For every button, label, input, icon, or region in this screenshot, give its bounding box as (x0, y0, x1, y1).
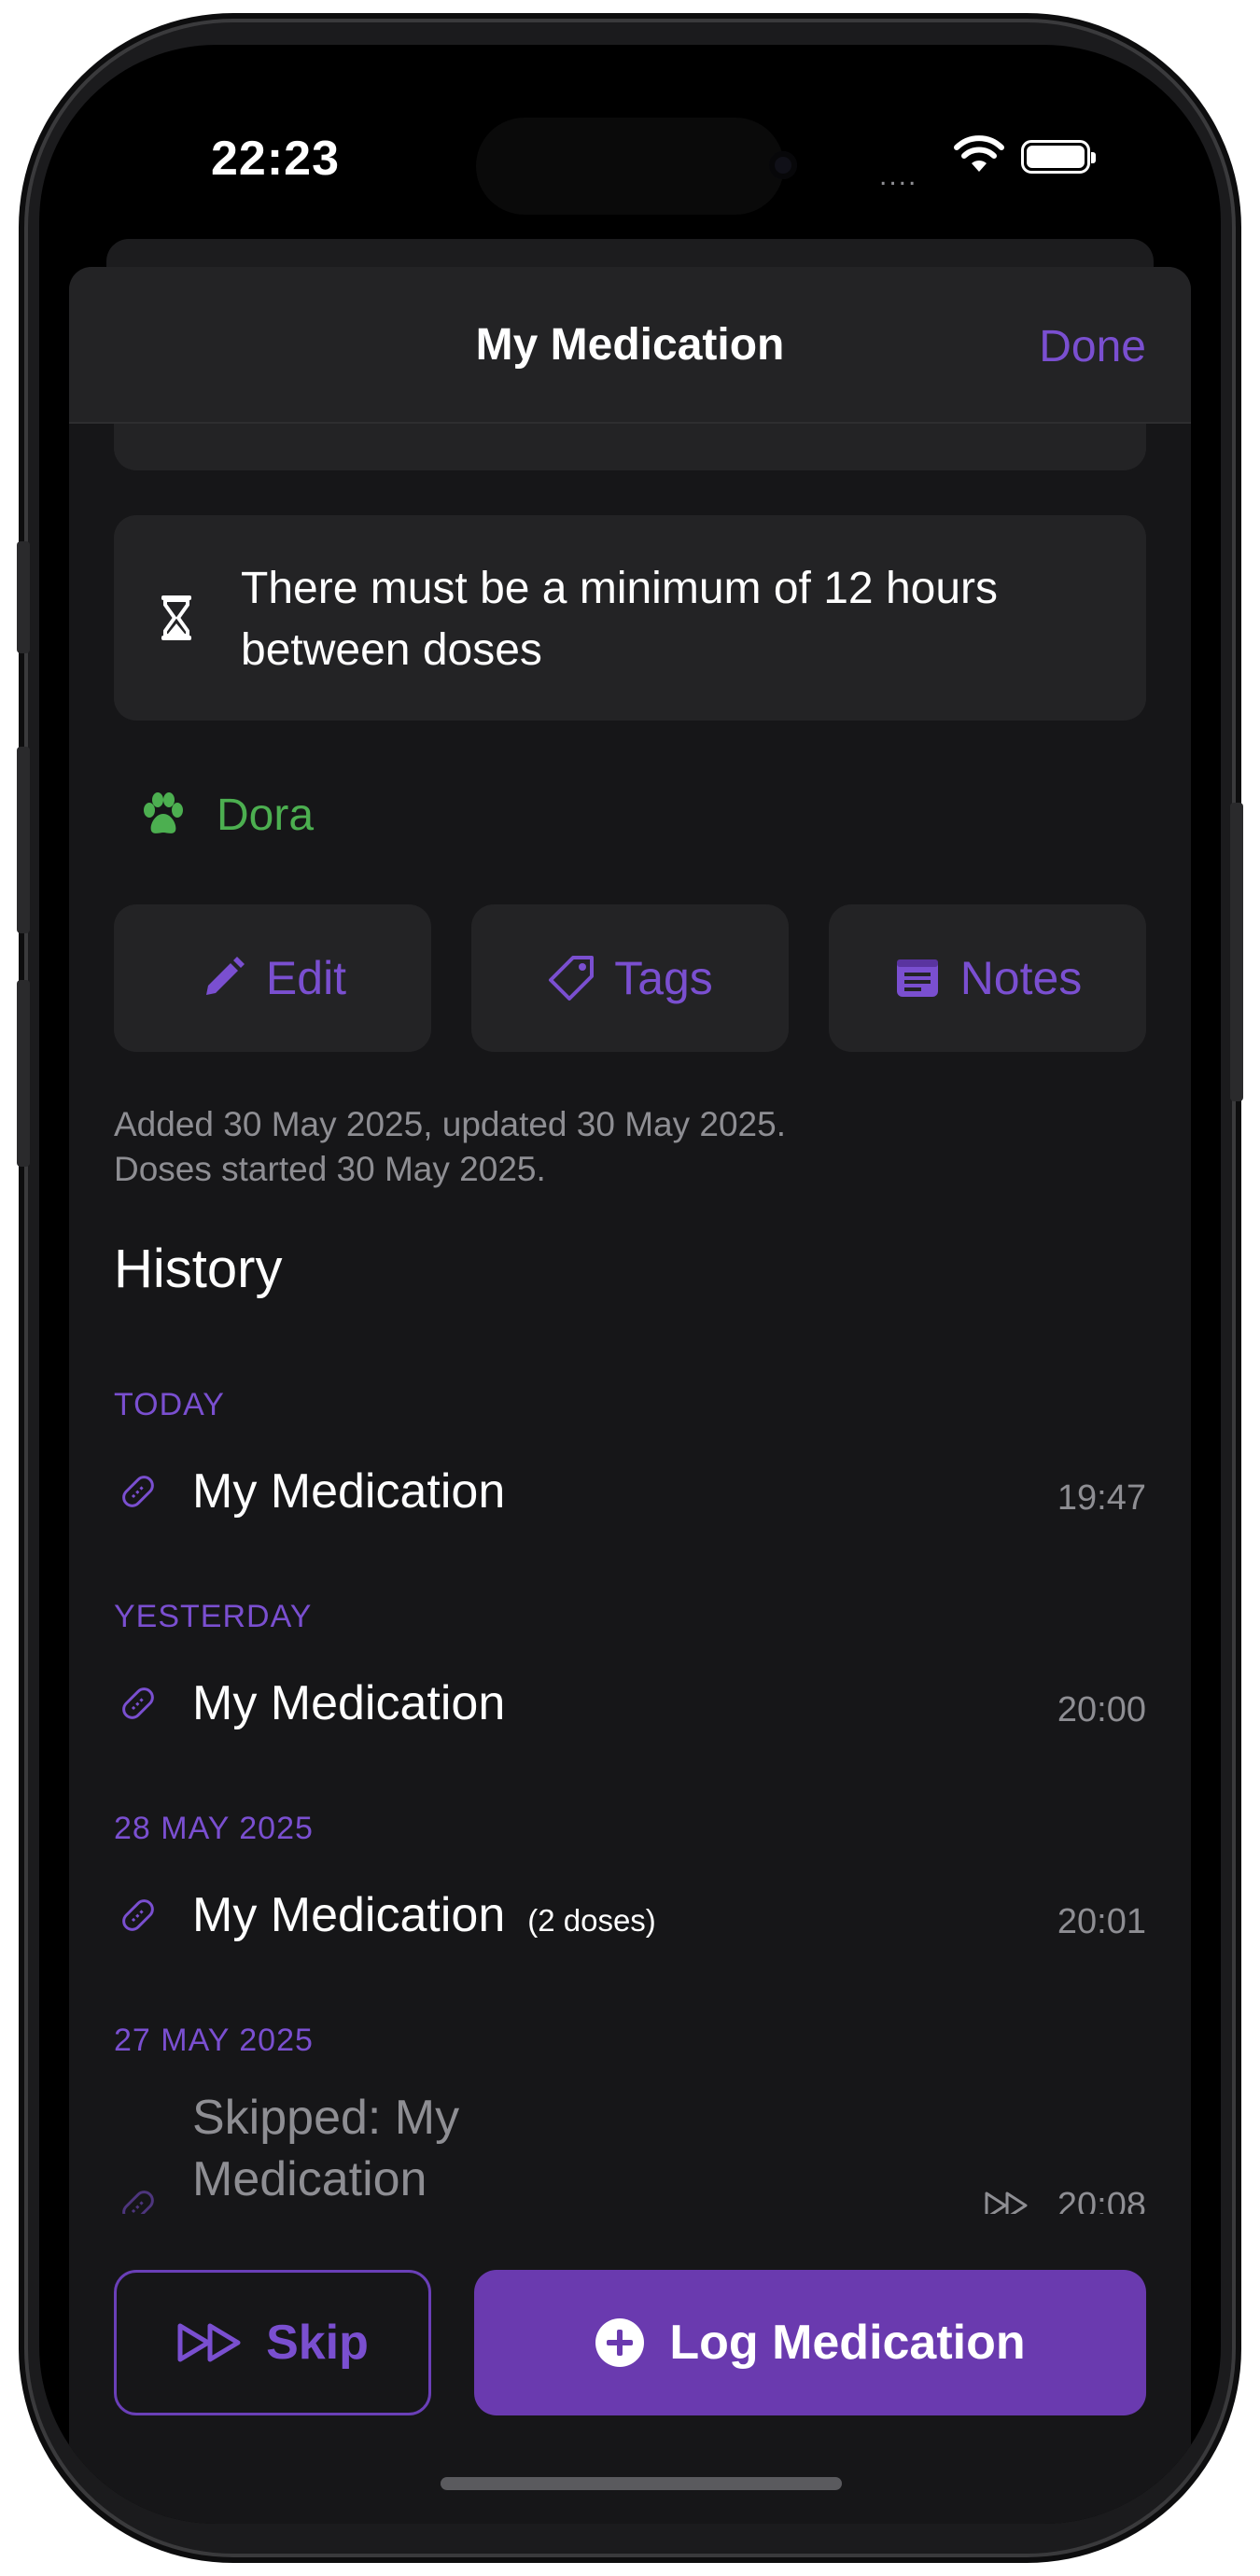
history-row-time: 19:47 (1057, 1478, 1146, 1518)
home-indicator[interactable] (441, 2477, 842, 2490)
history-title: History (114, 1239, 283, 1299)
action-button (17, 541, 30, 653)
pill-icon (122, 1476, 154, 1507)
plus-circle-icon (595, 2318, 645, 2367)
pencil-icon (205, 957, 245, 995)
tags-button[interactable]: Tags (471, 904, 789, 1052)
status-bar: 22:23 .... (39, 45, 1221, 241)
tag-icon (549, 956, 595, 1001)
notes-button[interactable]: Notes (829, 904, 1146, 1052)
section-header-today: TODAY (114, 1387, 225, 1422)
nav-bar: My Medication Done (69, 267, 1191, 424)
paw-icon (144, 792, 183, 833)
dose-interval-text: There must be a minimum of 12 hours betw… (241, 564, 999, 675)
history-row-time: 20:00 (1057, 1690, 1146, 1729)
dose-count: (2 doses) (527, 1903, 656, 1938)
skip-icon (177, 2323, 241, 2362)
camera-icon (769, 151, 797, 179)
history-row-title: My Medication (192, 1888, 506, 1942)
metadata-line-started: Doses started 30 May 2025. (114, 1150, 546, 1188)
skip-button[interactable]: Skip (114, 2270, 431, 2415)
metadata-line-added: Added 30 May 2025, updated 30 May 2025. (114, 1105, 786, 1143)
wifi-icon (954, 135, 1004, 172)
history-row-skipped[interactable]: Skipped: My Medication 20:08 (114, 2091, 1146, 2225)
log-medication-label: Log Medication (669, 2316, 1026, 2370)
notes-label: Notes (959, 952, 1083, 1004)
history-row-name: My Medication (192, 1464, 506, 1519)
page-title: My Medication (475, 320, 785, 370)
skip-label: Skip (266, 2316, 369, 2370)
signal-icon: .... (879, 161, 918, 191)
history-row-time: 20:01 (1057, 1902, 1146, 1941)
pill-icon (122, 1899, 154, 1931)
section-header-28-may: 28 MAY 2025 (114, 1811, 314, 1846)
hourglass-icon (161, 595, 191, 640)
metadata-text: Added 30 May 2025, updated 30 May 2025. … (114, 1102, 1141, 1192)
pill-icon (122, 1687, 154, 1719)
history-row[interactable]: My Medication 20:00 (114, 1662, 1146, 1746)
done-button[interactable]: Done (1039, 321, 1146, 372)
section-header-yesterday: YESTERDAY (114, 1599, 313, 1634)
medication-sheet: My Medication Done There must be a minim… (69, 267, 1191, 2524)
summary-card (114, 424, 1146, 470)
history-row-name: My Medication (2 doses) (192, 1887, 656, 1943)
history-row[interactable]: My Medication (2 doses) 20:01 (114, 1874, 1146, 1958)
notes-icon (896, 959, 938, 997)
volume-down-button (17, 980, 30, 1167)
power-button (1230, 803, 1243, 1101)
screen: 22:23 .... My Medication Done There must… (39, 45, 1221, 2524)
status-time: 22:23 (211, 132, 340, 186)
history-row-name: Skipped: My Medication (192, 2091, 460, 2206)
edit-button[interactable]: Edit (114, 904, 431, 1052)
volume-up-button (17, 747, 30, 933)
history-row-name: My Medication (192, 1676, 506, 1730)
history-row[interactable]: My Medication 19:47 (114, 1450, 1146, 1534)
section-header-27-may: 27 MAY 2025 (114, 2023, 314, 2058)
owner-name: Dora (217, 791, 315, 840)
edit-label: Edit (265, 952, 347, 1004)
battery-full-icon (1021, 140, 1096, 174)
log-medication-button[interactable]: Log Medication (474, 2270, 1146, 2415)
tags-label: Tags (614, 952, 713, 1004)
dynamic-island (476, 118, 784, 215)
dose-interval-card: There must be a minimum of 12 hours betw… (114, 515, 1146, 721)
